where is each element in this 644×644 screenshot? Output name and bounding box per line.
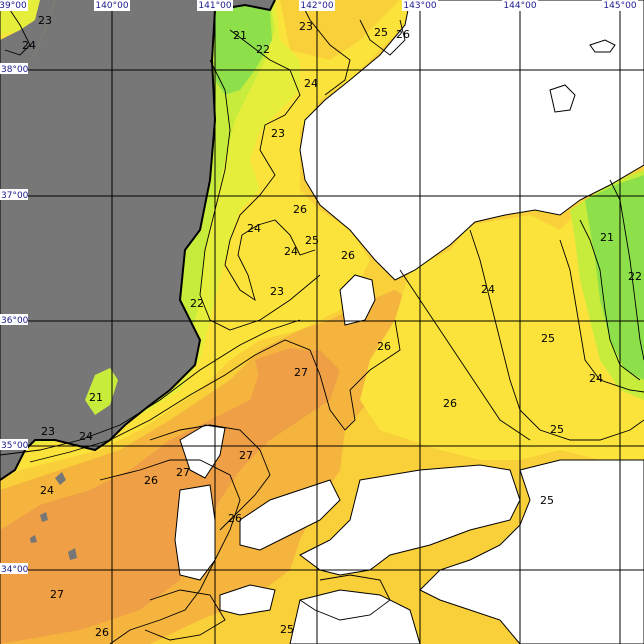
temperature-label: 25 bbox=[540, 494, 554, 507]
temperature-label: 26 bbox=[293, 203, 307, 216]
temperature-label: 24 bbox=[79, 430, 93, 443]
latitude-label: 38°00 bbox=[1, 65, 29, 75]
temperature-label: 25 bbox=[550, 423, 564, 436]
temperature-label: 27 bbox=[50, 588, 64, 601]
longitude-label: 144°00 bbox=[503, 1, 536, 11]
temperature-label: 26 bbox=[228, 512, 242, 525]
latitude-label: 34°00 bbox=[1, 565, 29, 575]
sea-surface-temperature-map: 39°00 140°00 141°00 142°00 143°00 144°00… bbox=[0, 0, 644, 644]
temperature-label: 26 bbox=[377, 340, 391, 353]
temperature-label: 26 bbox=[443, 397, 457, 410]
temperature-label: 26 bbox=[95, 626, 109, 639]
temperature-label: 24 bbox=[247, 222, 261, 235]
longitude-label: 140°00 bbox=[95, 1, 128, 11]
temperature-label: 21 bbox=[233, 29, 247, 42]
longitude-label: 142°00 bbox=[300, 1, 333, 11]
temperature-label: 24 bbox=[40, 484, 54, 497]
longitude-label: 39°00 bbox=[0, 1, 27, 11]
temperature-label: 25 bbox=[374, 26, 388, 39]
temperature-label: 23 bbox=[271, 127, 285, 140]
temperature-label: 23 bbox=[299, 20, 313, 33]
temperature-label: 24 bbox=[284, 245, 298, 258]
temperature-label: 24 bbox=[304, 77, 318, 90]
temperature-label: 21 bbox=[600, 231, 614, 244]
temperature-label: 25 bbox=[280, 623, 294, 636]
temperature-label: 22 bbox=[628, 270, 642, 283]
latitude-label: 37°00 bbox=[1, 191, 29, 201]
temperature-label: 24 bbox=[481, 283, 495, 296]
temperature-label: 23 bbox=[270, 285, 284, 298]
temperature-label: 22 bbox=[190, 297, 204, 310]
map-canvas: 39°00 140°00 141°00 142°00 143°00 144°00… bbox=[0, 0, 644, 644]
temperature-label: 25 bbox=[541, 332, 555, 345]
latitude-label: 35°00 bbox=[1, 441, 29, 451]
temperature-label: 27 bbox=[176, 466, 190, 479]
temperature-label: 27 bbox=[239, 449, 253, 462]
latitude-label: 36°00 bbox=[1, 316, 29, 326]
temperature-label: 22 bbox=[256, 43, 270, 56]
longitude-label: 143°00 bbox=[403, 1, 436, 11]
temperature-label: 26 bbox=[396, 28, 410, 41]
temperature-label: 25 bbox=[305, 234, 319, 247]
temperature-label: 23 bbox=[38, 14, 52, 27]
temperature-label: 26 bbox=[144, 474, 158, 487]
temperature-label: 26 bbox=[341, 249, 355, 262]
temperature-label: 23 bbox=[41, 425, 55, 438]
temperature-label: 21 bbox=[89, 391, 103, 404]
longitude-label: 141°00 bbox=[198, 1, 231, 11]
temperature-label: 24 bbox=[22, 39, 36, 52]
cloud-region-small-3 bbox=[174, 484, 216, 581]
temperature-label: 24 bbox=[589, 372, 603, 385]
longitude-label: 145°00 bbox=[603, 1, 636, 11]
temperature-label: 27 bbox=[294, 366, 308, 379]
